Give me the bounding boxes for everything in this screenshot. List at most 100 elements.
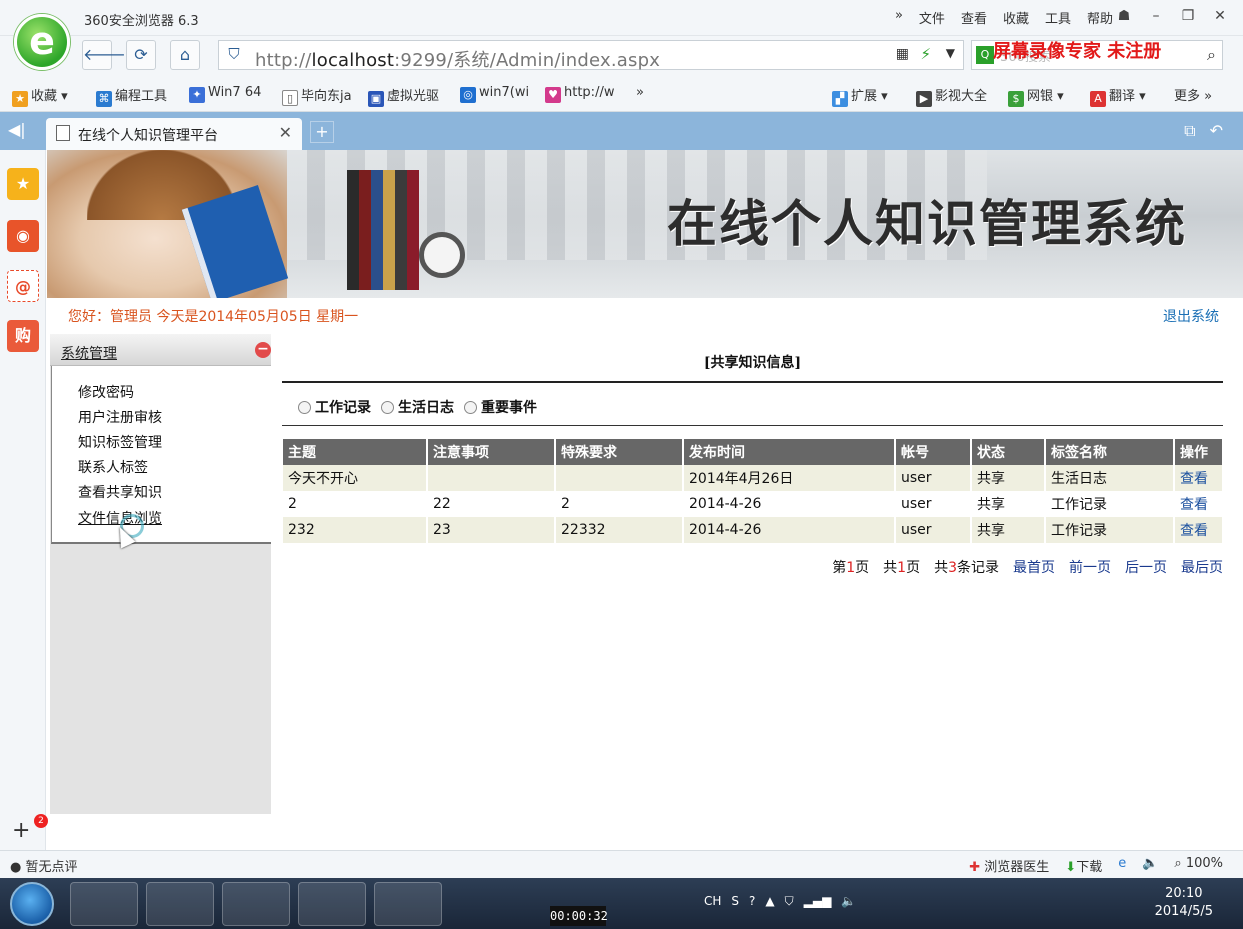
video-collection-link[interactable]: ▶ 影视大全 (916, 85, 987, 107)
taskbar-app-photo[interactable] (70, 882, 138, 926)
network-icon[interactable]: ▂▄▆ (804, 894, 832, 909)
table-cell: 今天不开心 (283, 465, 428, 491)
menu-user-registration-review[interactable]: 用户注册审核 (78, 407, 162, 427)
download-button[interactable]: ⬇下载 (1065, 856, 1102, 875)
bookmark-virtual-drive[interactable]: ▣ 虚拟光驱 (368, 85, 439, 107)
tab-actions: ⧉ ↶ (1184, 121, 1223, 141)
search-engine-icon[interactable]: Q (976, 46, 994, 64)
refresh-button[interactable]: ⟳ (126, 40, 156, 70)
shield-icon[interactable]: ⛉ (785, 894, 794, 909)
view-link[interactable]: 查看 (1174, 465, 1224, 491)
tray-expand-icon[interactable]: ▲ (765, 894, 774, 909)
current-page: 第1页 (832, 560, 870, 576)
url-text: http://localhost:9299/系统/Admin/index.asp… (255, 50, 661, 71)
zoom-level[interactable]: ⌕ 100% (1174, 856, 1223, 875)
add-sidebar-icon[interactable]: + (12, 818, 30, 843)
radio-button[interactable] (381, 400, 394, 414)
online-banking-menu[interactable]: $ 网银 ▾ (1008, 85, 1064, 107)
view-link[interactable]: 查看 (1174, 517, 1224, 543)
filter-life-log[interactable]: 生活日志 (381, 397, 454, 417)
bookmark-overflow[interactable]: » (636, 85, 644, 100)
shopping-icon[interactable]: 购 (7, 320, 39, 352)
tab-list-icon[interactable]: ◀| (8, 120, 26, 139)
table-cell: 工作记录 (1045, 517, 1175, 543)
close-tab-icon[interactable]: ✕ (279, 123, 292, 142)
maximize-button[interactable]: ❐ (1175, 4, 1201, 28)
bookmark-programming-tools[interactable]: ⌘ 编程工具 (96, 85, 167, 107)
volume-icon[interactable]: 🔈 (841, 894, 856, 909)
back-button[interactable]: 🡐 (82, 40, 126, 70)
taskbar-app-visual-studio[interactable] (298, 882, 366, 926)
table-cell: 生活日志 (1045, 465, 1175, 491)
bookmark-http-w[interactable]: ♥ http://w (545, 85, 614, 103)
taskbar-app-recorder[interactable] (222, 882, 290, 926)
ime-indicator[interactable]: CH (704, 894, 721, 909)
undo-close-icon[interactable]: ↶ (1210, 121, 1223, 141)
taskbar-clock[interactable]: 20:10 2014/5/5 (1155, 885, 1213, 921)
filter-work-records[interactable]: 工作记录 (298, 397, 371, 417)
menu-favorites[interactable]: 收藏 (1003, 8, 1029, 27)
minimize-button[interactable]: – (1143, 4, 1169, 28)
browser-doctor-button[interactable]: ✚ 浏览器医生 (969, 856, 1049, 875)
view-link[interactable]: 查看 (1174, 491, 1224, 517)
chevron-down-icon[interactable]: ▼ (946, 46, 955, 60)
rating-status[interactable]: ● 暂无点评 (10, 856, 78, 875)
new-tab-button[interactable]: + (310, 121, 334, 143)
more-menu[interactable]: 更多 » (1174, 85, 1212, 104)
sogou-icon[interactable]: S (731, 894, 739, 909)
qr-code-icon[interactable]: ▦ (896, 46, 909, 62)
taskbar-app-360-browser[interactable] (374, 882, 442, 926)
close-button[interactable]: ✕ (1207, 4, 1233, 28)
admin-menu-header[interactable]: 系统管理 − (50, 334, 271, 366)
radio-button[interactable] (298, 400, 311, 414)
browser-sidebar: ★ ◉ @ 购 + 2 (0, 150, 48, 850)
menu-more[interactable]: » (895, 8, 903, 27)
bookmark-favorites[interactable]: ★ 收藏 ▾ (12, 85, 68, 107)
menu-contact-tags[interactable]: 联系人标签 (78, 457, 148, 477)
menu-view[interactable]: 查看 (961, 8, 987, 27)
menu-change-password[interactable]: 修改密码 (78, 382, 134, 402)
prev-page-link[interactable]: 前一页 (1069, 557, 1111, 577)
menu-tools[interactable]: 工具 (1045, 8, 1071, 27)
ie-mode-icon[interactable]: e (1118, 856, 1126, 875)
tab-knowledge-platform[interactable]: 在线个人知识管理平台 ✕ (46, 118, 302, 150)
browser-titlebar: 360安全浏览器 6.3 » 文件 查看 收藏 工具 帮助 ☗ – ❐ ✕ (0, 0, 1243, 36)
table-cell: 22332 (555, 517, 684, 543)
filter-important-events[interactable]: 重要事件 (464, 397, 537, 417)
bookmark-win7-wi[interactable]: ◎ win7(wi (460, 85, 529, 103)
flash-icon[interactable]: ⚡ (920, 45, 931, 63)
extensions-icon: ▞ (832, 91, 848, 107)
menu-help[interactable]: 帮助 (1087, 8, 1113, 27)
admin-menu: 系统管理 − 修改密码 用户注册审核 知识标签管理 联系人标签 查看共享知识 文… (50, 334, 271, 814)
translate-menu[interactable]: A 翻译 ▾ (1090, 85, 1146, 107)
last-page-link[interactable]: 最后页 (1181, 557, 1223, 577)
weibo-icon[interactable]: ◉ (7, 220, 39, 252)
next-page-link[interactable]: 后一页 (1125, 557, 1167, 577)
column-header: 帐号 (895, 439, 972, 465)
table-cell: 共享 (971, 491, 1046, 517)
radio-button[interactable] (464, 400, 477, 414)
help-icon[interactable]: ? (749, 894, 755, 909)
first-page-link[interactable]: 最首页 (1013, 557, 1055, 577)
extensions-menu[interactable]: ▞ 扩展 ▾ (832, 85, 888, 107)
taskbar-app-explorer[interactable] (146, 882, 214, 926)
skin-icon[interactable]: ☗ (1111, 4, 1137, 28)
logout-link[interactable]: 退出系统 (1163, 306, 1219, 326)
search-icon[interactable]: ⌕ (1207, 45, 1216, 65)
collapse-icon[interactable]: − (255, 342, 271, 358)
menu-view-shared-knowledge[interactable]: 查看共享知识 (78, 482, 162, 502)
tab-group-icon[interactable]: ⧉ (1184, 121, 1195, 141)
download-icon: ⬇ (1065, 860, 1077, 875)
volume-icon[interactable]: 🔈 (1142, 856, 1158, 875)
favorites-star-icon[interactable]: ★ (7, 168, 39, 200)
page-icon: ▯ (282, 90, 298, 106)
start-button[interactable] (10, 882, 54, 926)
home-button[interactable]: ⌂ (170, 40, 200, 70)
bookmark-bixiangdong[interactable]: ▯ 毕向东ja (282, 85, 352, 106)
address-bar[interactable]: ⛉ http://localhost:9299/系统/Admin/index.a… (218, 40, 964, 71)
menu-knowledge-tag-management[interactable]: 知识标签管理 (78, 432, 162, 452)
bookmark-win7-64[interactable]: ✦ Win7 64 (189, 85, 261, 103)
menu-file[interactable]: 文件 (919, 8, 945, 27)
email-icon[interactable]: @ (7, 270, 39, 302)
folder-icon: ⌘ (96, 91, 112, 107)
